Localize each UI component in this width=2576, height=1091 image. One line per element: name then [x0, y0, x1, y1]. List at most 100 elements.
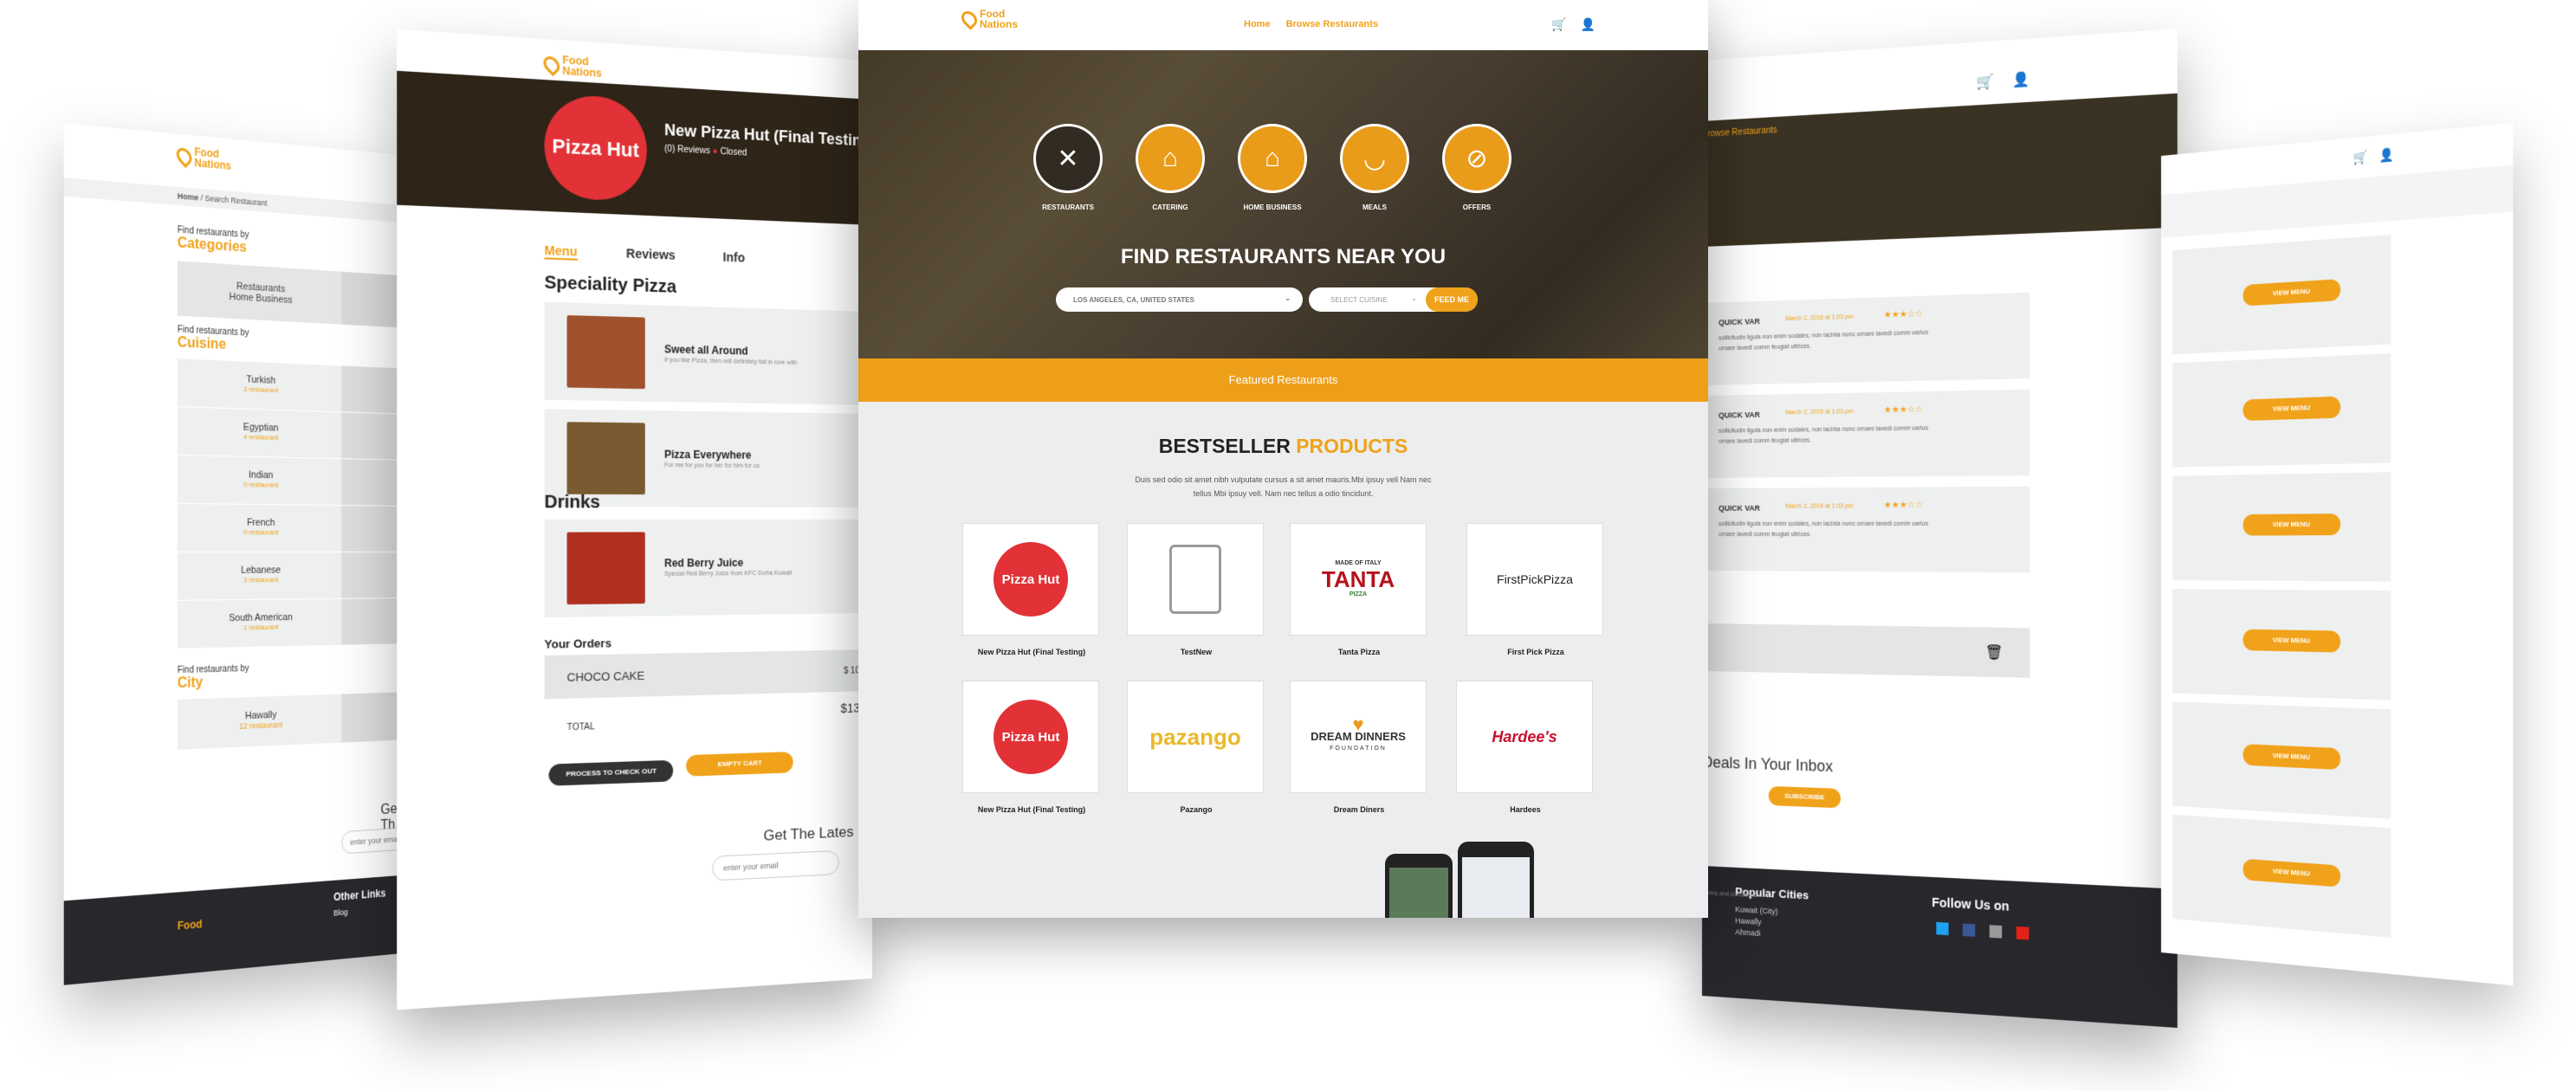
restaurant-card: VIEW MENU: [2172, 589, 2392, 700]
cart-icon[interactable]: 🛒: [1551, 17, 1566, 32]
restaurant-card[interactable]: TestNew: [1127, 523, 1265, 656]
tab-reviews[interactable]: Reviews: [626, 246, 676, 264]
restaurant-name: Pazango: [1180, 805, 1213, 814]
restaurant-logo: pazango: [1127, 681, 1264, 793]
restaurant-name: Tanta Pizza: [1337, 648, 1381, 656]
empty-cart-button[interactable]: EMPTY CART: [686, 752, 793, 777]
footer-link[interactable]: Blog: [333, 907, 347, 918]
review-text: sollicitudin ligula non enim sodales, no…: [1718, 329, 1929, 342]
twitter-icon[interactable]: [1936, 921, 1949, 936]
top-navbar: Food Nations Home Browse Restaurants 🛒 👤: [858, 0, 1708, 50]
view-menu-button[interactable]: VIEW MENU: [2243, 858, 2341, 888]
restaurant-page-panel: Food Nations Pizza Hut New Pizza Hut (Fin…: [397, 29, 872, 1010]
location-input[interactable]: LOS ANGELES, CA, UNITED STATES ⌄: [1056, 287, 1303, 312]
category-catering[interactable]: ⌂ CATERING: [1134, 124, 1207, 211]
menu-item-photo: [566, 315, 645, 390]
breadcrumb: Home / Search Restaurant: [63, 178, 412, 223]
order-item-name: CHOCO CAKE: [566, 668, 645, 684]
pin-icon: [173, 145, 196, 169]
youtube-icon[interactable]: [2016, 926, 2029, 940]
restaurant-card[interactable]: Hardee's Hardees: [1456, 681, 1595, 814]
section-title: Speciality Pizza: [544, 273, 677, 297]
lion-emblem-icon: [1169, 545, 1221, 614]
phone-mockup: [1458, 842, 1534, 918]
cuisine-item[interactable]: Egyptian 4 restaurant: [177, 407, 411, 461]
star-rating-icon: ★★★☆☆: [1883, 500, 1923, 511]
cart-icon[interactable]: 🛒: [2353, 149, 2368, 165]
breadcrumb[interactable]: Browse Restaurants: [1702, 126, 1777, 139]
user-icon[interactable]: 👤: [2012, 70, 2030, 89]
tab-info[interactable]: Info: [723, 249, 745, 266]
menu-item[interactable]: Sweet all Around If you like Pizza, then …: [544, 301, 872, 405]
total-row: TOTAL $13: [566, 700, 860, 733]
restaurant-card[interactable]: MADE OF ITALY TANTA PIZZA Tanta Pizza: [1290, 523, 1428, 656]
cuisine-item[interactable]: French 0 restaurant: [177, 503, 411, 552]
user-icon[interactable]: 👤: [2379, 146, 2394, 163]
catering-icon: ⌂: [1136, 124, 1205, 193]
restaurant-card: VIEW MENU: [2172, 235, 2392, 355]
order-row: CHOCO CAKE $ 10: [544, 649, 872, 700]
cuisine-item[interactable]: South American 1 restaurant: [177, 598, 411, 649]
cuisine-name: French: [247, 517, 275, 529]
view-menu-button[interactable]: VIEW MENU: [2243, 629, 2341, 653]
restaurant-logo: Pizza Hut: [544, 93, 647, 203]
view-menu-button[interactable]: VIEW MENU: [2243, 744, 2341, 771]
restaurant-card[interactable]: FirstPickPizza First Pick Pizza: [1466, 523, 1605, 656]
footer: Popular Cities Kuwait (City) Hawally Ahm…: [1702, 866, 2178, 1029]
restaurant-name: New Pizza Hut (Final Testing): [977, 648, 1086, 656]
brand-logo[interactable]: Food Nations: [540, 53, 602, 80]
restaurant-card[interactable]: Pizza Hut New Pizza Hut (Final Testing): [962, 681, 1101, 814]
category-offers[interactable]: ⊘ OFFERS: [1440, 124, 1513, 211]
instagram-icon[interactable]: [1989, 925, 2003, 939]
city-link[interactable]: Ahmadi: [1735, 926, 1777, 940]
category-label: MEALS: [1362, 203, 1387, 211]
hero-title: FIND RESTAURANTS NEAR YOU: [1120, 245, 1447, 268]
feed-me-button[interactable]: FEED ME: [1426, 287, 1478, 312]
category-meals[interactable]: ◡ MEALS: [1338, 124, 1411, 211]
category-item[interactable]: Restaurants Home Business: [178, 261, 341, 324]
review-author: QUICK VAR: [1718, 503, 1760, 513]
menu-item[interactable]: Red Berry Juice Special Red Berry Juice f…: [544, 520, 872, 618]
city-item[interactable]: Hawally 12 restaurant: [178, 694, 341, 750]
email-input[interactable]: [712, 849, 839, 881]
subscribe-button[interactable]: SUBSCRIBE: [1768, 785, 1841, 809]
nav-browse-restaurants[interactable]: Browse Restaurants: [1286, 19, 1378, 29]
restaurant-card[interactable]: Pizza Hut New Pizza Hut (Final Testing): [962, 523, 1101, 656]
checkout-button[interactable]: PROCESS TO CHECK OUT: [548, 759, 674, 786]
view-menu-button[interactable]: VIEW MENU: [2243, 396, 2341, 422]
section-title: Drinks: [544, 492, 600, 513]
facebook-icon[interactable]: [1962, 923, 1976, 937]
category-home-business[interactable]: ⌂ HOME BUSINESS: [1236, 124, 1309, 211]
restaurant-logo: [1127, 523, 1264, 636]
reviews-page-panel: 🛒 👤 Browse Restaurants QUICK VAR March 2,…: [1702, 28, 2178, 1029]
breadcrumb-home[interactable]: Home: [178, 191, 198, 202]
cuisine-count: 0 restaurant: [243, 527, 279, 537]
heart-icon: ♥: [1352, 713, 1364, 735]
tab-menu[interactable]: Menu: [544, 242, 578, 261]
category-restaurants[interactable]: ✕ RESTAURANTS: [1032, 124, 1104, 211]
reviews-count: (0) Reviews: [664, 144, 710, 157]
brand-logo[interactable]: Food Nations: [958, 8, 1018, 30]
user-icon[interactable]: 👤: [1580, 17, 1595, 32]
cart-icon[interactable]: 🛒: [1976, 73, 1994, 92]
status-label: Closed: [720, 146, 748, 158]
restaurant-name: Hardees: [1510, 805, 1541, 814]
chevron-down-icon: ⌄: [1411, 294, 1417, 302]
cuisine-item[interactable]: Indian 0 restaurant: [177, 455, 411, 507]
view-menu-button[interactable]: VIEW MENU: [2243, 513, 2341, 536]
cuisine-item[interactable]: Turkish 3 restaurant: [177, 358, 411, 415]
pizza-hut-logo: Pizza Hut: [994, 700, 1068, 774]
review-date: March 2, 2019 at 1:03 pm: [1785, 313, 1854, 323]
brand-logo[interactable]: Food Nations: [173, 145, 231, 172]
restaurant-card[interactable]: ♥ DREAM DINNERS FOUNDATION Dream Diners: [1290, 681, 1428, 814]
restaurant-card[interactable]: pazango Pazango: [1127, 681, 1265, 814]
footer-logo[interactable]: Food: [178, 918, 203, 933]
restaurant-name: TestNew: [1180, 648, 1213, 656]
fork-knife-icon: ✕: [1033, 124, 1103, 193]
cuisine-select[interactable]: SELECT CUISINE ⌄ FEED ME: [1309, 287, 1478, 312]
nav-home[interactable]: Home: [1244, 19, 1271, 29]
cuisine-item[interactable]: Lebanese 3 restaurant: [177, 552, 411, 601]
category-label: RESTAURANTS: [1042, 203, 1094, 211]
trash-icon[interactable]: 🗑: [1984, 643, 2003, 662]
view-menu-button[interactable]: VIEW MENU: [2243, 279, 2341, 307]
